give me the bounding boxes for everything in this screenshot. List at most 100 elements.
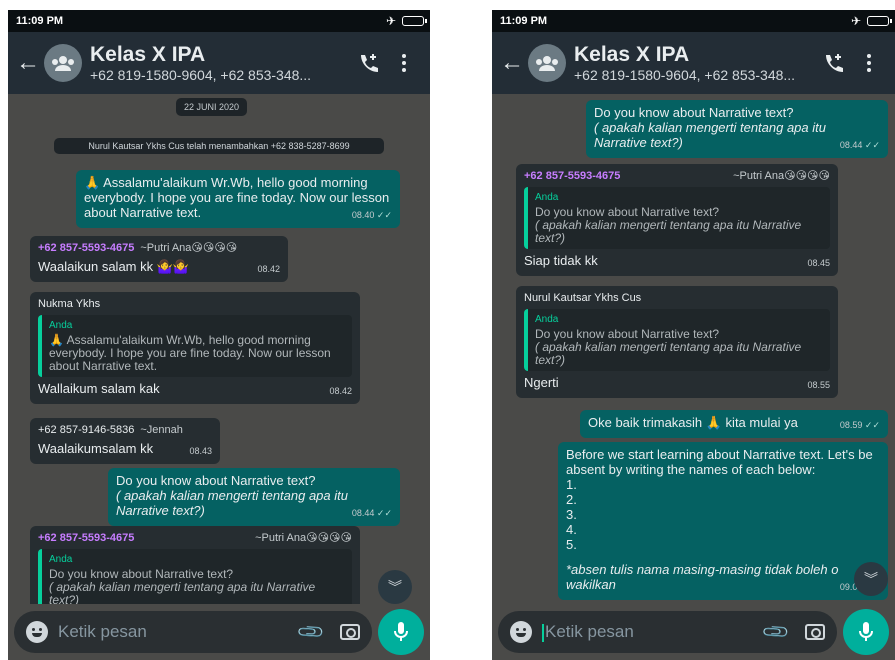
scroll-down-button[interactable]: ︾ [378,570,412,604]
scroll-down-button[interactable]: ︾ [854,562,888,596]
add-call-button[interactable] [815,52,851,74]
emoji-icon[interactable] [510,621,532,643]
battery-icon [402,16,427,26]
message-list[interactable]: 22 JUNI 2020 Nurul Kautsar Ykhs Cus tela… [8,94,430,604]
attach-icon[interactable]: 📎 [760,617,791,648]
outgoing-message[interactable]: 🙏 Assalamu'alaikum Wr.Wb, hello good mor… [76,170,400,228]
group-icon [536,56,558,71]
message-list[interactable]: Do you know about Narrative text? ( apak… [492,94,895,604]
double-check-icon: ✓✓ [864,420,880,430]
incoming-reply-message[interactable]: +62 857-5593-4675 ~Putri Ana😘😘😘😘 Anda Do … [30,526,360,604]
message-input[interactable]: Ketik pesan [58,622,300,642]
message-sender: +62 857-5593-4675 ~Putri Ana😘😘😘😘 [38,242,238,254]
add-call-button[interactable] [350,52,386,74]
double-check-icon: ✓✓ [376,210,392,220]
chat-title: Kelas X IPA [90,43,206,66]
message-meta: 08.44 ✓✓ [351,508,392,518]
status-time: 11:09 PM [500,15,548,27]
message-sender: +62 857-5593-4675 ~Putri Ana😘😘😘😘 [524,170,830,182]
airplane-icon: ✈ [850,14,861,28]
message-meta: 08.40 ✓✓ [351,210,392,220]
outgoing-message[interactable]: Oke baik trimakasih 🙏 kita mulai ya 08.5… [580,410,888,438]
group-avatar[interactable] [528,44,566,82]
chat-participants: +62 819-1580-9604, +62 853-348... [574,67,796,83]
quoted-author: Anda [49,554,73,565]
outgoing-message[interactable]: Do you know about Narrative text? ( apak… [108,468,400,526]
status-time: 11:09 PM [16,15,64,27]
list-item: 5. [566,537,577,552]
chat-screen-left: 11:09 PM ✈ ← Kelas X IPA +62 819-1580-96… [8,10,430,660]
list-item: 3. [566,507,577,522]
quoted-message[interactable]: Anda Do you know about Narrative text? (… [524,309,830,371]
message-time: 08.43 [189,446,212,456]
composer: Ketik pesan 📎 [8,604,430,660]
group-avatar[interactable] [44,44,82,82]
message-text: Waalaikun salam kk 🤷‍♀️🤷‍♀️ [38,259,190,274]
quoted-message[interactable]: Anda Do you know about Narrative text? (… [524,187,830,249]
double-chevron-down-icon: ︾ [388,579,402,595]
composer: Ketik pesan 📎 [492,604,895,660]
quoted-message[interactable]: Anda Do you know about Narrative text? (… [38,549,352,604]
incoming-message[interactable]: +62 857-5593-4675 ~Putri Ana😘😘😘😘 Waalaiku… [30,236,288,282]
message-input-pill[interactable]: Ketik pesan 📎 [498,611,837,653]
message-meta: 08.59 ✓✓ [839,420,880,430]
attach-icon[interactable]: 📎 [295,617,326,648]
more-vert-icon [402,54,406,72]
chat-header: ← Kelas X IPA +62 819-1580-9604, +62 853… [8,32,430,94]
message-time: 08.55 [807,380,830,390]
message-sender: +62 857-5593-4675 ~Putri Ana😘😘😘😘 [38,532,352,544]
incoming-reply-message[interactable]: Nukma Ykhs Anda 🙏 Assalamu'alaikum Wr.Wb… [30,292,360,404]
more-vert-icon [867,54,871,72]
group-icon [52,56,74,71]
airplane-icon: ✈ [385,14,396,28]
quoted-translation: ( apakah kalian mengerti tentang apa itu… [535,340,802,367]
message-text: Waalaikumsalam kk [38,441,154,456]
phone-plus-icon [361,54,378,72]
message-time: 08.42 [329,386,352,396]
chat-title-block[interactable]: Kelas X IPA +62 819-1580-9604, +62 853-3… [574,43,815,83]
message-text: 🙏 Assalamu'alaikum Wr.Wb, hello good mor… [84,175,390,220]
incoming-reply-message[interactable]: +62 857-5593-4675 ~Putri Ana😘😘😘😘 Anda Do … [516,164,838,276]
list-item: 1. [566,477,577,492]
voice-record-button[interactable] [378,609,424,655]
quoted-author: Anda [535,314,559,325]
incoming-message[interactable]: +62 857-9146-5836 ~Jennah Waalaikumsalam … [30,418,220,464]
outgoing-message[interactable]: Before we start learning about Narrative… [558,442,888,600]
system-message: Nurul Kautsar Ykhs Cus telah menambahkan… [54,138,384,154]
message-text: Do you know about Narrative text? [594,105,794,120]
message-text: Siap tidak kk [524,253,598,268]
message-translation: ( apakah kalian mengerti tentang apa itu… [594,120,826,150]
chat-screen-right: 11:09 PM ✈ ← Kelas X IPA +62 819-1580-96… [492,10,895,660]
message-input-pill[interactable]: Ketik pesan 📎 [14,611,372,653]
message-text: Oke baik trimakasih 🙏 kita mulai ya [588,415,798,430]
quoted-author: Anda [535,192,559,203]
quoted-text: 🙏 Assalamu'alaikum Wr.Wb, hello good mor… [49,333,331,373]
camera-icon[interactable] [805,624,825,640]
message-text: Wallaikum salam kak [38,381,160,396]
message-text: Before we start learning about Narrative… [566,447,873,477]
more-options-button[interactable] [386,54,422,72]
camera-icon[interactable] [340,624,360,640]
back-arrow-icon[interactable]: ← [500,49,526,77]
incoming-reply-message[interactable]: Nurul Kautsar Ykhs Cus Anda Do you know … [516,286,838,398]
voice-record-button[interactable] [843,609,889,655]
phone-plus-icon [826,54,843,72]
message-translation: ( apakah kalian mengerti tentang apa itu… [116,488,348,518]
quoted-message[interactable]: Anda 🙏 Assalamu'alaikum Wr.Wb, hello goo… [38,315,352,377]
chat-participants: +62 819-1580-9604, +62 853-348... [90,67,312,83]
double-chevron-down-icon: ︾ [864,571,878,587]
chat-title-block[interactable]: Kelas X IPA +62 819-1580-9604, +62 853-3… [90,43,350,83]
message-text: Do you know about Narrative text? [116,473,316,488]
more-options-button[interactable] [851,54,887,72]
outgoing-message[interactable]: Do you know about Narrative text? ( apak… [586,100,888,158]
message-sender: +62 857-9146-5836 ~Jennah [38,424,183,436]
message-meta: 08.44 ✓✓ [839,140,880,150]
chat-title: Kelas X IPA [574,43,690,66]
quoted-translation: ( apakah kalian mengerti tentang apa itu… [535,218,802,245]
list-item: 2. [566,492,577,507]
message-input[interactable]: Ketik pesan [542,622,765,642]
battery-icon [867,16,892,26]
emoji-icon[interactable] [26,621,48,643]
back-arrow-icon[interactable]: ← [16,49,42,77]
status-bar: 11:09 PM ✈ [8,10,430,32]
